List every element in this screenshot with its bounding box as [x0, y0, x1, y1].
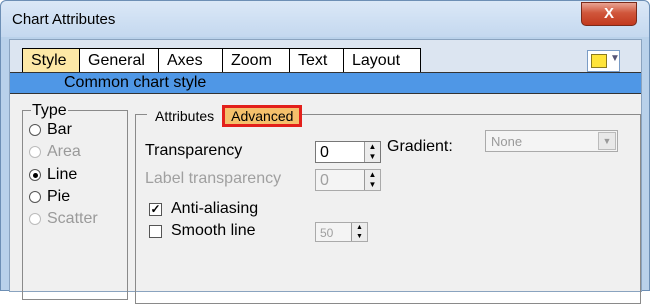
smooth-line-checkbox[interactable]: Smooth line: [149, 222, 256, 240]
radio-area-label: Area: [47, 143, 81, 160]
radio-line-label: Line: [47, 166, 78, 183]
transparency-spinner[interactable]: 0 ▲ ▼: [315, 141, 381, 163]
radio-area[interactable]: Area: [29, 143, 81, 161]
transparency-value: 0: [320, 144, 329, 161]
tab-bar: Style General Axes Zoom Text Layout ▼: [10, 40, 641, 72]
radio-icon: [29, 124, 41, 136]
label-transparency-label: Label transparency: [145, 170, 282, 187]
radio-icon: [29, 146, 41, 158]
checkbox-checked-icon: ✓: [149, 201, 162, 216]
section-subtitle: Common chart style: [64, 74, 207, 91]
smooth-line-spinner[interactable]: 50 ▲ ▼: [315, 222, 368, 242]
checkbox-icon: [149, 224, 162, 238]
gradient-value: None: [491, 134, 523, 149]
gradient-select[interactable]: None ▼: [485, 130, 618, 152]
tab-layout[interactable]: Layout: [344, 49, 420, 72]
spinner-arrows-icon[interactable]: ▲ ▼: [364, 142, 380, 162]
spinner-arrows-icon[interactable]: ▲ ▼: [351, 223, 367, 241]
radio-scatter[interactable]: Scatter: [29, 210, 98, 228]
radio-bar[interactable]: Bar: [29, 121, 72, 139]
anti-aliasing-label: Anti-aliasing: [171, 200, 259, 217]
tab-general[interactable]: General: [80, 49, 159, 72]
gradient-label: Gradient:: [387, 138, 453, 155]
tab-zoom[interactable]: Zoom: [223, 49, 290, 72]
chevron-down-icon[interactable]: ▼: [598, 132, 616, 150]
chart-attributes-window: Chart Attributes X Style General Axes Zo…: [0, 0, 650, 304]
smooth-value: 50: [320, 226, 334, 240]
section-subtitle-bar: Common chart style: [10, 72, 641, 94]
chevron-down-icon: ▼: [610, 53, 620, 64]
transparency-label: Transparency: [145, 142, 243, 159]
close-icon: X: [603, 5, 614, 22]
radio-pie-label: Pie: [47, 188, 71, 205]
subtab-strip: Attributes Advanced: [147, 105, 303, 127]
note-dropdown-button[interactable]: ▼: [587, 50, 620, 72]
radio-scatter-label: Scatter: [47, 210, 98, 227]
subtab-advanced[interactable]: Advanced: [222, 105, 303, 127]
tab-strip: Style General Axes Zoom Text Layout: [22, 48, 421, 72]
label-transparency-value: 0: [320, 172, 329, 189]
tab-text[interactable]: Text: [290, 49, 344, 72]
radio-icon: [29, 191, 41, 203]
window-title: Chart Attributes: [12, 11, 116, 28]
type-group: Type Bar Area Line Pie Scatter: [22, 102, 128, 300]
label-transparency-spinner[interactable]: 0 ▲ ▼: [315, 169, 381, 191]
radio-pie[interactable]: Pie: [29, 188, 70, 206]
radio-selected-icon: [29, 169, 41, 181]
radio-line[interactable]: Line: [29, 166, 77, 184]
sticky-note-icon: [591, 54, 607, 68]
tab-style[interactable]: Style: [23, 49, 80, 72]
subtab-attributes[interactable]: Attributes: [147, 105, 223, 127]
radio-icon: [29, 213, 41, 225]
spinner-arrows-icon[interactable]: ▲ ▼: [364, 170, 380, 190]
radio-bar-label: Bar: [47, 121, 72, 138]
title-bar[interactable]: Chart Attributes X: [1, 1, 649, 37]
smooth-line-label: Smooth line: [171, 222, 256, 239]
anti-aliasing-checkbox[interactable]: ✓ Anti-aliasing: [149, 200, 258, 218]
close-button[interactable]: X: [581, 2, 637, 26]
tab-axes[interactable]: Axes: [159, 49, 223, 72]
dialog-client-area: Style General Axes Zoom Text Layout ▼ Co…: [9, 39, 642, 304]
type-group-label: Type: [31, 102, 68, 120]
